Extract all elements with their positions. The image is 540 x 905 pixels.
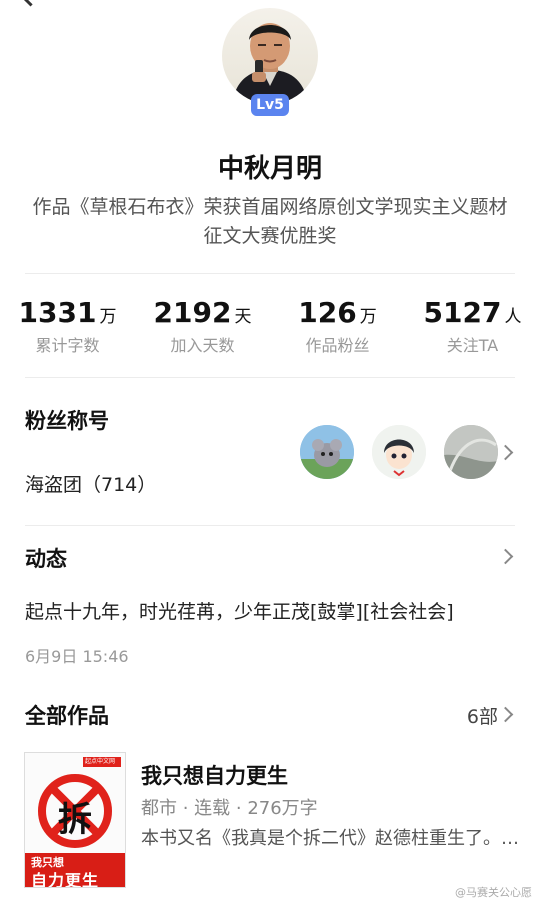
stat-value: 126 xyxy=(298,296,357,329)
works-count[interactable]: 6部 xyxy=(467,702,498,729)
profile-bio: 作品《草根石布衣》荣获首届网络原创文学现实主义题材征文大赛优胜奖 xyxy=(32,196,508,247)
stats-bar: 1331 万 累计字数 2192 天 加入天数 126 万 作品粉丝 5127 人 关注… xyxy=(0,296,540,360)
fan-avatar[interactable] xyxy=(300,425,354,479)
book-description: 本书又名《我真是个拆二代》赵德柱重生了。… xyxy=(141,828,519,849)
cover-main: 自力更生 xyxy=(31,871,100,888)
profile-name: 中秋月明 xyxy=(217,154,322,184)
stat-label: 累计字数 xyxy=(35,336,100,355)
stat-followers[interactable]: 5127 人 关注TA xyxy=(405,296,540,360)
chevron-right-icon[interactable] xyxy=(497,706,514,723)
stat-unit: 天 xyxy=(234,307,252,327)
cover-char: 拆 xyxy=(58,800,92,840)
fan-avatar[interactable] xyxy=(444,425,498,479)
divider xyxy=(25,273,515,274)
chevron-right-icon[interactable] xyxy=(497,444,514,461)
stat-value: 5127 xyxy=(423,296,502,329)
feed-post-text[interactable]: 起点十九年，时光荏苒，少年正茂[鼓掌][社会社会] xyxy=(25,597,520,624)
book-meta: 都市 · 连载 · 276万字 xyxy=(141,798,318,819)
divider xyxy=(25,377,515,378)
book-cover[interactable]: 起点中文网 拆 我只想 自力更生 xyxy=(24,752,126,888)
stat-days-joined: 2192 天 加入天数 xyxy=(135,296,270,360)
fan-group-name[interactable]: 海盗团（714） xyxy=(25,470,156,497)
level-badge: Lv5 xyxy=(251,94,289,116)
stat-value: 1331 xyxy=(18,296,97,329)
stat-fans[interactable]: 126 万 作品粉丝 xyxy=(270,296,405,360)
fan-avatar[interactable] xyxy=(372,425,426,479)
profile-avatar[interactable]: Lv5 xyxy=(222,8,318,116)
stat-label: 关注TA xyxy=(446,336,499,355)
stat-unit: 万 xyxy=(359,307,377,327)
feed-heading[interactable]: 动态 xyxy=(25,543,67,573)
avatar xyxy=(222,8,318,104)
watermark: @马赛关公心愿 xyxy=(455,886,532,899)
book-title[interactable]: 我只想自力更生 xyxy=(141,760,288,790)
stat-value: 2192 xyxy=(153,296,232,329)
stat-unit: 万 xyxy=(99,307,117,327)
stat-label: 加入天数 xyxy=(170,336,235,355)
chevron-right-icon[interactable] xyxy=(497,548,514,565)
fan-title-heading: 粉丝称号 xyxy=(25,409,109,433)
feed-post-date: 6月9日 15:46 xyxy=(25,647,129,666)
divider xyxy=(25,525,515,526)
works-heading: 全部作品 xyxy=(25,704,109,728)
stat-unit: 人 xyxy=(504,307,522,327)
stat-word-count: 1331 万 累计字数 xyxy=(0,296,135,360)
stat-label: 作品粉丝 xyxy=(305,336,370,355)
back-icon[interactable] xyxy=(18,0,43,7)
cover-brand: 起点中文网 xyxy=(85,758,116,765)
